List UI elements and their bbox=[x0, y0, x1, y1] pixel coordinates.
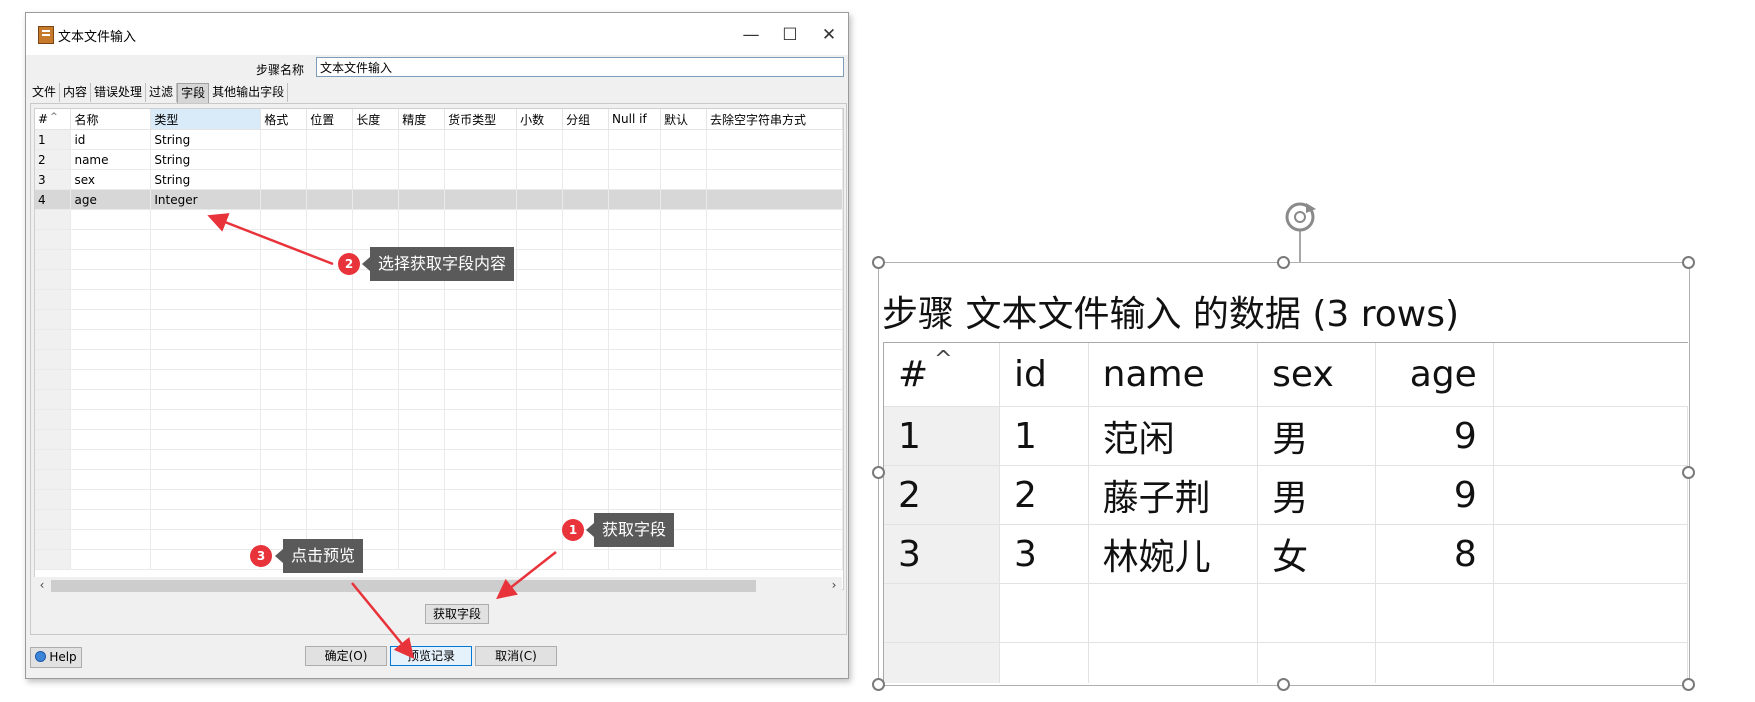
resize-handle-left[interactable] bbox=[872, 466, 885, 479]
preview-data-image[interactable]: 步骤 文本文件输入 的数据 (3 rows) # ^ id name sex ag… bbox=[878, 262, 1690, 686]
preview-sex-cell: 男 bbox=[1257, 465, 1376, 525]
empty-cell bbox=[1088, 642, 1259, 683]
preview-id-cell: 1 bbox=[999, 406, 1089, 466]
empty-cell bbox=[1493, 583, 1688, 643]
preview-name-cell: 范闲 bbox=[1088, 406, 1259, 466]
callout-badge-1: 1 bbox=[562, 519, 584, 541]
resize-handle-right[interactable] bbox=[1682, 466, 1695, 479]
preview-col-index: # ^ bbox=[884, 343, 1000, 407]
empty-cell bbox=[884, 642, 1000, 683]
resize-handle-bottom[interactable] bbox=[1277, 678, 1290, 691]
preview-row-index: 2 bbox=[884, 465, 1000, 525]
callout-select-fields: 选择获取字段内容 bbox=[361, 247, 515, 281]
empty-cell bbox=[1493, 524, 1688, 584]
preview-col-name: name bbox=[1088, 343, 1259, 407]
preview-name-cell: 林婉儿 bbox=[1088, 524, 1259, 584]
preview-title: 步骤 文本文件输入 的数据 (3 rows) bbox=[882, 294, 1460, 335]
arrow-step-3 bbox=[351, 582, 415, 659]
resize-handle-top-right[interactable] bbox=[1682, 256, 1695, 269]
resize-handle-bottom-left[interactable] bbox=[872, 678, 885, 691]
empty-cell bbox=[1375, 642, 1494, 683]
empty-cell bbox=[1493, 406, 1688, 466]
preview-col-age: age bbox=[1375, 343, 1494, 407]
empty-cell bbox=[1493, 465, 1688, 525]
callout-click-preview: 点击预览 bbox=[274, 539, 364, 573]
table-row: 2 2 藤子荆 男 9 bbox=[884, 465, 1688, 525]
preview-id-cell: 3 bbox=[999, 524, 1089, 584]
preview-age-cell: 9 bbox=[1375, 465, 1494, 525]
preview-age-cell: 8 bbox=[1375, 524, 1494, 584]
table-row: 1 1 范闲 男 9 bbox=[884, 406, 1688, 466]
screenshot: { "dialog": { "title": "文本文件输入", "minimi… bbox=[0, 0, 1755, 702]
resize-handle-top-left[interactable] bbox=[872, 256, 885, 269]
table-row bbox=[884, 583, 1688, 643]
table-row: 3 3 林婉儿 女 8 bbox=[884, 524, 1688, 584]
preview-col-id: id bbox=[999, 343, 1089, 407]
arrow-step-2 bbox=[207, 213, 334, 266]
empty-cell bbox=[1493, 642, 1688, 683]
preview-col-sex: sex bbox=[1257, 343, 1376, 407]
empty-cell bbox=[999, 583, 1089, 643]
callout-get-fields: 获取字段 bbox=[585, 513, 675, 547]
empty-cell bbox=[999, 642, 1089, 683]
preview-empty-header bbox=[1493, 343, 1688, 407]
preview-table: # ^ id name sex age 1 1 范闲 男 9 2 2 藤子荆 男 … bbox=[883, 342, 1688, 683]
empty-cell bbox=[884, 583, 1000, 643]
empty-cell bbox=[1088, 583, 1259, 643]
preview-name-cell: 藤子荆 bbox=[1088, 465, 1259, 525]
empty-cell bbox=[1257, 642, 1376, 683]
preview-id-cell: 2 bbox=[999, 465, 1089, 525]
callout-badge-3: 3 bbox=[250, 545, 272, 567]
resize-handle-top[interactable] bbox=[1277, 256, 1290, 269]
preview-row-index: 3 bbox=[884, 524, 1000, 584]
resize-handle-bottom-right[interactable] bbox=[1682, 678, 1695, 691]
sort-caret-icon: ^ bbox=[934, 347, 953, 372]
callout-badge-2: 2 bbox=[338, 253, 360, 275]
empty-cell bbox=[1375, 583, 1494, 643]
preview-sex-cell: 男 bbox=[1257, 406, 1376, 466]
table-row bbox=[884, 642, 1688, 683]
preview-age-cell: 9 bbox=[1375, 406, 1494, 466]
empty-cell bbox=[1257, 583, 1376, 643]
preview-sex-cell: 女 bbox=[1257, 524, 1376, 584]
arrow-step-1 bbox=[496, 551, 557, 600]
rotate-icon[interactable] bbox=[1278, 197, 1322, 263]
preview-header-row: # ^ id name sex age bbox=[884, 343, 1688, 407]
preview-row-index: 1 bbox=[884, 406, 1000, 466]
